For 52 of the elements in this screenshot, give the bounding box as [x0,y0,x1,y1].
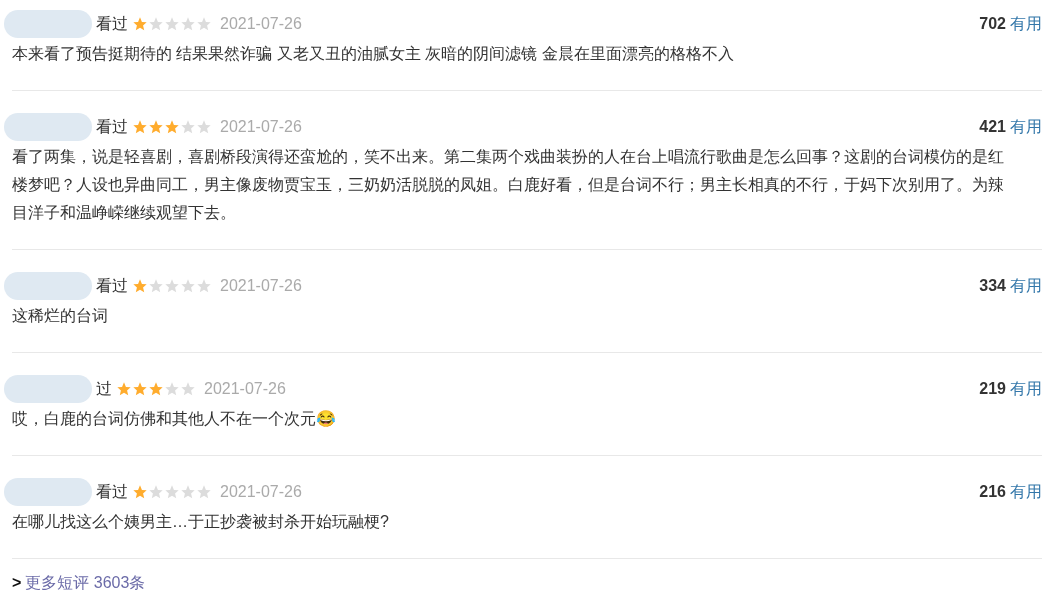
star-icon [164,278,180,294]
star-icon [196,484,212,500]
watch-status: 过 [96,379,112,399]
star-icon [132,484,148,500]
star-icon [196,119,212,135]
watch-status: 看过 [96,14,128,34]
review-text: 本来看了预告挺期待的 结果果然诈骗 又老又丑的油腻女主 灰暗的阴间滤镜 金晨在里面漂亮的格格不入 [12,44,735,64]
star-icon [164,16,180,32]
star-icon [196,16,212,32]
watch-status: 看过 [96,117,128,137]
review-text: 这稀烂的台词 [12,306,109,326]
vote-count: 216 [979,482,1006,502]
star-icon [116,381,132,397]
review-date: 2021-07-26 [220,482,302,502]
useful-link[interactable]: 有用 [1010,377,1042,401]
vote-count: 334 [979,276,1006,296]
star-icon [148,278,164,294]
useful-link[interactable]: 有用 [1010,274,1042,298]
more-reviews-link[interactable]: 更多短评 3603条 [25,571,146,595]
star-icon [164,119,180,135]
star-icon [164,484,180,500]
star-icon [132,119,148,135]
review-date: 2021-07-26 [220,14,302,34]
star-icon [196,278,212,294]
useful-link[interactable]: 有用 [1010,12,1042,36]
review-text: 哎，白鹿的台词仿佛和其他人不在一个次元😂 [12,409,337,429]
star-icon [132,16,148,32]
vote-count: 219 [979,379,1006,399]
review-date: 2021-07-26 [220,276,302,296]
star-icon [132,381,148,397]
star-icon [180,119,196,135]
star-icon [180,16,196,32]
vote-count: 421 [979,117,1006,137]
star-icon [164,381,180,397]
star-icon [132,278,148,294]
watch-status: 看过 [96,482,128,502]
review-text: 看了两集，说是轻喜剧，喜剧桥段演得还蛮尬的，笑不出来。第二集两个戏曲装扮的人在台上唱流行歌曲是怎么回事？这剧的台词模仿的是红楼梦吧？人设也异曲同工，男主像废物贾宝玉，三奶奶活脱脱的凤姐。白鹿好看，但是台词不行；男主长相真的不行，于妈下次别用了。为辣目洋子和温峥嵘继续观望下去。 [12,147,1005,223]
star-icon [148,381,164,397]
star-icon [148,484,164,500]
watch-status: 看过 [96,276,128,296]
vote-count: 702 [979,14,1006,34]
arrow-mark: > [12,573,22,593]
star-icon [180,381,196,397]
star-icon [180,278,196,294]
star-icon [148,16,164,32]
useful-link[interactable]: 有用 [1010,480,1042,504]
review-text: 在哪儿找这么个姨男主…于正抄袭被封杀开始玩融梗? [12,512,390,532]
review-date: 2021-07-26 [204,379,286,399]
star-icon [180,484,196,500]
review-date: 2021-07-26 [220,117,302,137]
useful-link[interactable]: 有用 [1010,115,1042,139]
star-icon [148,119,164,135]
